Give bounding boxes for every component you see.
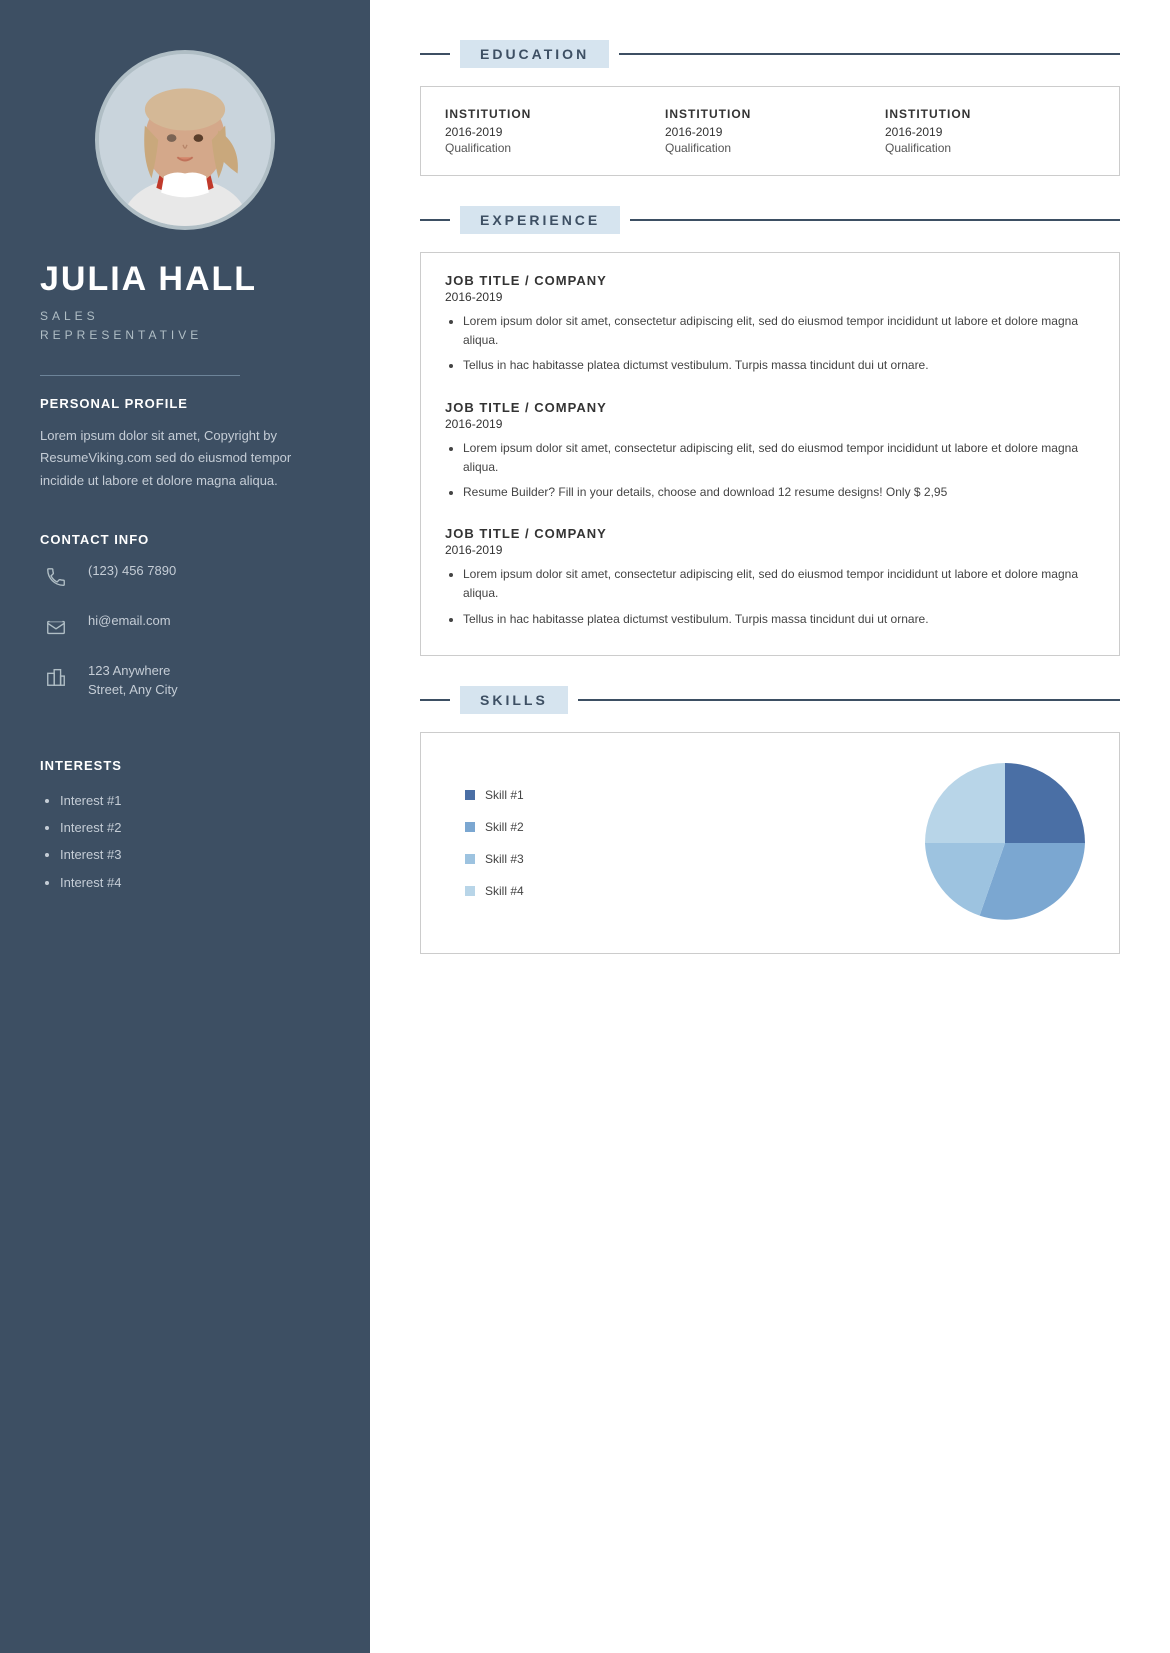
- name-area: JULIA HALL SALES REPRESENTATIVE: [0, 260, 370, 345]
- photo-area: [95, 50, 275, 230]
- contact-address-item: 123 Anywhere Street, Any City: [40, 661, 330, 700]
- edu-qualification-1: Qualification: [445, 141, 655, 155]
- edu-item-2: INSTITUTION 2016-2019 Qualification: [665, 107, 875, 155]
- education-line-left: [420, 53, 450, 55]
- edu-item-1: INSTITUTION 2016-2019 Qualification: [445, 107, 655, 155]
- main-content: EDUCATION INSTITUTION 2016-2019 Qualific…: [370, 0, 1170, 1653]
- contact-email-text: hi@email.com: [88, 611, 171, 631]
- skill-dot-3: [465, 854, 475, 864]
- contact-info-section: CONTACT INFO (123) 456 7890: [0, 532, 370, 718]
- skills-legend: Skill #1 Skill #2 Skill #3 Skill #4: [445, 788, 895, 898]
- exp-job-title-3: JOB TITLE / COMPANY: [445, 526, 1095, 541]
- exp-years-3: 2016-2019: [445, 543, 1095, 557]
- experience-title: EXPERIENCE: [460, 206, 620, 234]
- contact-phone-text: (123) 456 7890: [88, 561, 176, 581]
- skill-label-1: Skill #1: [485, 788, 524, 802]
- edu-item-3: INSTITUTION 2016-2019 Qualification: [885, 107, 1095, 155]
- experience-section: EXPERIENCE JOB TITLE / COMPANY 2016-2019…: [420, 206, 1120, 656]
- skills-header: SKILLS: [420, 686, 1120, 714]
- edu-institution-2: INSTITUTION: [665, 107, 875, 121]
- exp-bullet-2-2: Resume Builder? Fill in your details, ch…: [463, 483, 1095, 502]
- exp-job-title-1: JOB TITLE / COMPANY: [445, 273, 1095, 288]
- contact-phone-item: (123) 456 7890: [40, 561, 330, 593]
- exp-bullet-1-1: Lorem ipsum dolor sit amet, consectetur …: [463, 312, 1095, 350]
- exp-years-2: 2016-2019: [445, 417, 1095, 431]
- education-header: EDUCATION: [420, 40, 1120, 68]
- edu-institution-1: INSTITUTION: [445, 107, 655, 121]
- experience-line-left: [420, 219, 450, 221]
- skills-box: Skill #1 Skill #2 Skill #3 Skill #4: [420, 732, 1120, 954]
- phone-icon: [40, 561, 72, 593]
- contact-email-item: hi@email.com: [40, 611, 330, 643]
- skills-title: SKILLS: [460, 686, 568, 714]
- email-icon: [40, 611, 72, 643]
- exp-bullets-3: Lorem ipsum dolor sit amet, consectetur …: [445, 565, 1095, 629]
- interests-section: INTERESTS Interest #1 Interest #2 Intere…: [0, 758, 370, 896]
- experience-header: EXPERIENCE: [420, 206, 1120, 234]
- edu-institution-3: INSTITUTION: [885, 107, 1095, 121]
- personal-profile-heading: PERSONAL PROFILE: [40, 396, 330, 411]
- interests-heading: INTERESTS: [40, 758, 330, 773]
- skills-line-right: [578, 699, 1120, 701]
- edu-years-3: 2016-2019: [885, 125, 1095, 139]
- education-line-right: [619, 53, 1120, 55]
- avatar: [95, 50, 275, 230]
- skill-label-3: Skill #3: [485, 852, 524, 866]
- skill-item-2: Skill #2: [465, 820, 895, 834]
- education-grid: INSTITUTION 2016-2019 Qualification INST…: [445, 107, 1095, 155]
- interest-item-2: Interest #2: [60, 814, 330, 841]
- exp-bullets-2: Lorem ipsum dolor sit amet, consectetur …: [445, 439, 1095, 503]
- person-name: JULIA HALL: [40, 260, 330, 299]
- interests-list: Interest #1 Interest #2 Interest #3 Inte…: [40, 787, 330, 896]
- contact-address-text: 123 Anywhere Street, Any City: [88, 661, 178, 700]
- exp-entry-2: JOB TITLE / COMPANY 2016-2019 Lorem ipsu…: [445, 400, 1095, 503]
- address-icon: [40, 661, 72, 693]
- skills-line-left: [420, 699, 450, 701]
- education-title: EDUCATION: [460, 40, 609, 68]
- interest-item-1: Interest #1: [60, 787, 330, 814]
- edu-years-2: 2016-2019: [665, 125, 875, 139]
- divider: [40, 375, 240, 376]
- experience-box: JOB TITLE / COMPANY 2016-2019 Lorem ipsu…: [420, 252, 1120, 656]
- exp-bullet-3-2: Tellus in hac habitasse platea dictumst …: [463, 610, 1095, 629]
- edu-years-1: 2016-2019: [445, 125, 655, 139]
- exp-entry-3: JOB TITLE / COMPANY 2016-2019 Lorem ipsu…: [445, 526, 1095, 629]
- skill-label-4: Skill #4: [485, 884, 524, 898]
- exp-bullets-1: Lorem ipsum dolor sit amet, consectetur …: [445, 312, 1095, 376]
- skill-item-3: Skill #3: [465, 852, 895, 866]
- exp-bullet-1-2: Tellus in hac habitasse platea dictumst …: [463, 356, 1095, 375]
- skill-label-2: Skill #2: [485, 820, 524, 834]
- skills-section: SKILLS Skill #1 Skill #2: [420, 686, 1120, 954]
- exp-bullet-2-1: Lorem ipsum dolor sit amet, consectetur …: [463, 439, 1095, 477]
- skills-content: Skill #1 Skill #2 Skill #3 Skill #4: [445, 753, 1095, 933]
- sidebar: JULIA HALL SALES REPRESENTATIVE PERSONAL…: [0, 0, 370, 1653]
- exp-job-title-2: JOB TITLE / COMPANY: [445, 400, 1095, 415]
- edu-qualification-3: Qualification: [885, 141, 1095, 155]
- resume-container: JULIA HALL SALES REPRESENTATIVE PERSONAL…: [0, 0, 1170, 1653]
- skill-item-4: Skill #4: [465, 884, 895, 898]
- exp-years-1: 2016-2019: [445, 290, 1095, 304]
- experience-line-right: [630, 219, 1120, 221]
- skill-item-1: Skill #1: [465, 788, 895, 802]
- education-box: INSTITUTION 2016-2019 Qualification INST…: [420, 86, 1120, 176]
- personal-profile-text: Lorem ipsum dolor sit amet, Copyright by…: [40, 425, 330, 491]
- exp-bullet-3-1: Lorem ipsum dolor sit amet, consectetur …: [463, 565, 1095, 603]
- interest-item-3: Interest #3: [60, 841, 330, 868]
- skill-dot-4: [465, 886, 475, 896]
- skills-pie-chart: [915, 753, 1095, 933]
- skill-dot-2: [465, 822, 475, 832]
- skill-dot-1: [465, 790, 475, 800]
- edu-qualification-2: Qualification: [665, 141, 875, 155]
- contact-info-heading: CONTACT INFO: [40, 532, 330, 547]
- exp-entry-1: JOB TITLE / COMPANY 2016-2019 Lorem ipsu…: [445, 273, 1095, 376]
- interest-item-4: Interest #4: [60, 869, 330, 896]
- education-section: EDUCATION INSTITUTION 2016-2019 Qualific…: [420, 40, 1120, 176]
- person-title: SALES REPRESENTATIVE: [40, 307, 330, 345]
- personal-profile-section: PERSONAL PROFILE Lorem ipsum dolor sit a…: [0, 396, 370, 491]
